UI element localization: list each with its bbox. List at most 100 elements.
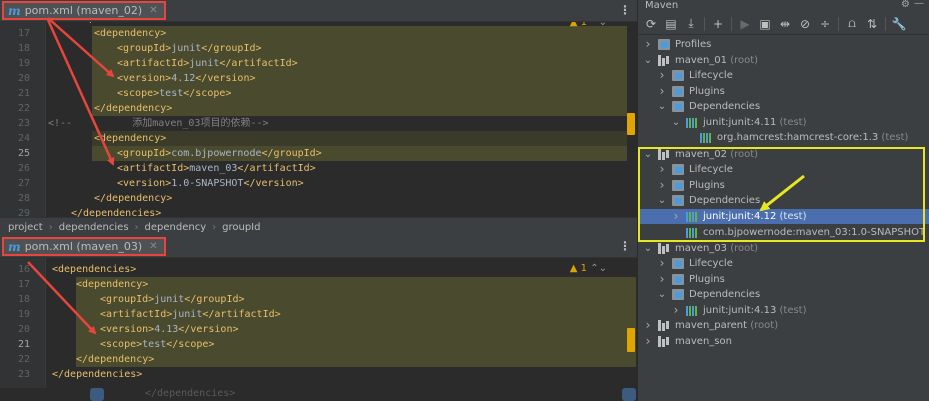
add-icon[interactable]: + bbox=[709, 15, 727, 33]
execute-goal-icon[interactable]: ▣ bbox=[756, 15, 774, 33]
tree-node[interactable]: › Plugins bbox=[638, 84, 929, 99]
top-editor[interactable]: 16<dependencies>17<dependency>18<groupId… bbox=[0, 0, 637, 217]
collapse-all-icon[interactable]: ÷ bbox=[816, 15, 834, 33]
add-folder-icon[interactable]: ▤ bbox=[662, 15, 680, 33]
tree-node[interactable]: › Plugins bbox=[638, 178, 929, 193]
breadcrumb-item[interactable]: dependencies bbox=[59, 222, 129, 233]
code-line[interactable]: 17 <dependency> bbox=[0, 26, 637, 41]
bottom-editor[interactable]: 16 <dependencies> 17 <dependency> 18 <groupId… bbox=[0, 236, 637, 401]
code-line[interactable]: 20 <version>4.13</version> bbox=[0, 322, 637, 337]
code-text[interactable]: <scope>test</scope> bbox=[117, 86, 231, 101]
download-icon[interactable]: ⤓ bbox=[682, 15, 700, 33]
code-line[interactable]: 18 <groupId>junit</groupId> bbox=[0, 292, 637, 307]
code-text[interactable]: <groupId>junit</groupId> bbox=[100, 292, 245, 307]
code-line[interactable]: 17 <dependency> bbox=[0, 277, 637, 292]
chevron-down-icon[interactable]: ⌄ bbox=[671, 115, 681, 130]
chevron-down-icon[interactable]: ⌄ bbox=[657, 193, 667, 208]
tree-node[interactable]: ⌄ maven_02 (root) bbox=[638, 147, 929, 162]
code-line[interactable]: 18 <groupId>junit</groupId> bbox=[0, 41, 637, 56]
show-dependencies-icon[interactable]: ⩍ bbox=[843, 15, 861, 33]
code-line[interactable]: 24 <dependency> bbox=[0, 131, 637, 146]
tree-node[interactable]: ⌄ Dependencies bbox=[638, 99, 929, 114]
chevron-right-icon[interactable]: › bbox=[643, 37, 653, 52]
code-text[interactable]: </dependency> bbox=[76, 352, 154, 367]
tree-node[interactable]: ⌄ maven_01 (root) bbox=[638, 53, 929, 68]
code-line[interactable]: 19 <artifactId>junit</artifactId> bbox=[0, 56, 637, 71]
scrollbar-marker[interactable] bbox=[627, 113, 635, 135]
code-text[interactable]: <scope>test</scope> bbox=[100, 337, 214, 352]
code-text[interactable]: <dependency> bbox=[94, 131, 166, 146]
code-text[interactable]: </dependencies> bbox=[71, 206, 161, 217]
tree-node[interactable]: › junit:junit:4.12 (test) bbox=[638, 209, 929, 224]
chevron-right-icon[interactable]: › bbox=[671, 209, 681, 224]
more-options-icon[interactable]: ⋮ bbox=[619, 3, 631, 17]
toggle-offline-icon[interactable]: ⇹ bbox=[776, 15, 794, 33]
tree-node[interactable]: › Profiles bbox=[638, 37, 929, 52]
code-line[interactable]: 26 <artifactId>maven_03</artifactId> bbox=[0, 161, 637, 176]
code-line[interactable]: 29 </dependencies> bbox=[0, 206, 637, 217]
code-text[interactable]: <!-- 添加maven_03项目的依赖--> bbox=[48, 116, 269, 131]
code-line[interactable]: 22 </dependency> bbox=[0, 352, 637, 367]
skip-tests-icon[interactable]: ⊘ bbox=[796, 15, 814, 33]
tree-node[interactable]: ⌄ Dependencies bbox=[638, 287, 929, 302]
code-text[interactable]: <groupId>com.bjpowernode</groupId> bbox=[117, 146, 322, 161]
code-text[interactable]: </dependency> bbox=[94, 191, 172, 206]
breadcrumb-item[interactable]: dependency bbox=[145, 222, 207, 233]
minimize-icon[interactable]: — bbox=[914, 0, 924, 9]
code-text[interactable]: <dependencies> bbox=[52, 262, 136, 277]
code-line[interactable]: 20 <version>4.12</version> bbox=[0, 71, 637, 86]
close-icon[interactable]: ✕ bbox=[149, 5, 157, 16]
more-options-icon[interactable]: ⋮ bbox=[619, 239, 631, 253]
chevron-right-icon[interactable]: › bbox=[657, 162, 667, 177]
breadcrumb-item[interactable]: groupId bbox=[222, 222, 260, 233]
chevron-right-icon[interactable]: › bbox=[643, 334, 653, 349]
chevron-right-icon[interactable]: › bbox=[671, 303, 681, 318]
scroll-thumb[interactable] bbox=[90, 388, 104, 401]
tree-node[interactable]: › Lifecycle bbox=[638, 68, 929, 83]
code-text[interactable]: <artifactId>junit</artifactId> bbox=[117, 56, 298, 71]
wrench-icon[interactable]: 🔧 bbox=[890, 15, 908, 33]
tree-node[interactable]: ⌄ maven_03 (root) bbox=[638, 241, 929, 256]
scroll-thumb[interactable] bbox=[622, 388, 636, 401]
code-line[interactable]: 28 </dependency> bbox=[0, 191, 637, 206]
code-text[interactable]: <version>4.13</version> bbox=[100, 322, 239, 337]
code-line[interactable]: 25 <groupId>com.bjpowernode</groupId> bbox=[0, 146, 637, 161]
chevron-down-icon[interactable]: ⌄ bbox=[643, 53, 653, 68]
tree-node[interactable]: › maven_parent (root) bbox=[638, 318, 929, 333]
tab-pom-maven02[interactable]: m pom.xml (maven_02) ✕ bbox=[2, 1, 166, 20]
code-text[interactable]: <dependency> bbox=[76, 277, 148, 292]
breadcrumb-item[interactable]: project bbox=[8, 222, 43, 233]
code-text[interactable]: <groupId>junit</groupId> bbox=[117, 41, 262, 56]
code-text[interactable]: <artifactId>maven_03</artifactId> bbox=[117, 161, 316, 176]
code-text[interactable]: </dependencies> bbox=[52, 367, 142, 382]
chevron-right-icon[interactable]: › bbox=[657, 178, 667, 193]
tree-node[interactable]: › junit:junit:4.13 (test) bbox=[638, 303, 929, 318]
chevron-right-icon[interactable]: › bbox=[643, 318, 653, 333]
chevron-right-icon[interactable]: › bbox=[657, 256, 667, 271]
scrollbar-marker[interactable] bbox=[627, 328, 635, 352]
tree-node[interactable]: › maven_son bbox=[638, 334, 929, 349]
code-line[interactable]: 19 <artifactId>junit</artifactId> bbox=[0, 307, 637, 322]
reload-icon[interactable]: ⟳ bbox=[642, 15, 660, 33]
chevron-right-icon[interactable]: › bbox=[657, 68, 667, 83]
chevron-down-icon[interactable]: ⌄ bbox=[657, 287, 667, 302]
code-text[interactable]: <artifactId>junit</artifactId> bbox=[100, 307, 281, 322]
tree-node[interactable]: ⌄ Dependencies bbox=[638, 193, 929, 208]
tree-node[interactable]: com.bjpowernode:maven_03:1.0-SNAPSHOT bbox=[638, 225, 929, 240]
code-text[interactable]: <version>1.0-SNAPSHOT</version> bbox=[117, 176, 304, 191]
chevron-right-icon[interactable]: › bbox=[657, 84, 667, 99]
chevron-down-icon[interactable]: ⌄ bbox=[643, 147, 653, 162]
code-text[interactable]: <dependency> bbox=[94, 26, 166, 41]
chevron-right-icon[interactable]: › bbox=[657, 272, 667, 287]
code-line[interactable]: 27 <version>1.0-SNAPSHOT</version> bbox=[0, 176, 637, 191]
code-line[interactable]: 22 </dependency> bbox=[0, 101, 637, 116]
tree-node[interactable]: org.hamcrest:hamcrest-core:1.3 (test) bbox=[638, 130, 929, 145]
warning-indicator[interactable]: ▲ 1 ⌃⌄ bbox=[570, 263, 607, 274]
run-icon[interactable]: ▶ bbox=[736, 15, 754, 33]
code-line[interactable]: 16 <dependencies> bbox=[0, 262, 637, 277]
code-line[interactable]: 23 <!-- 添加maven_03项目的依赖--> bbox=[0, 116, 637, 131]
gear-icon[interactable]: ⚙ bbox=[901, 0, 910, 10]
tree-node[interactable]: › Lifecycle bbox=[638, 162, 929, 177]
horizontal-scrollbar[interactable] bbox=[0, 388, 637, 401]
chevron-down-icon[interactable]: ⌄ bbox=[643, 241, 653, 256]
